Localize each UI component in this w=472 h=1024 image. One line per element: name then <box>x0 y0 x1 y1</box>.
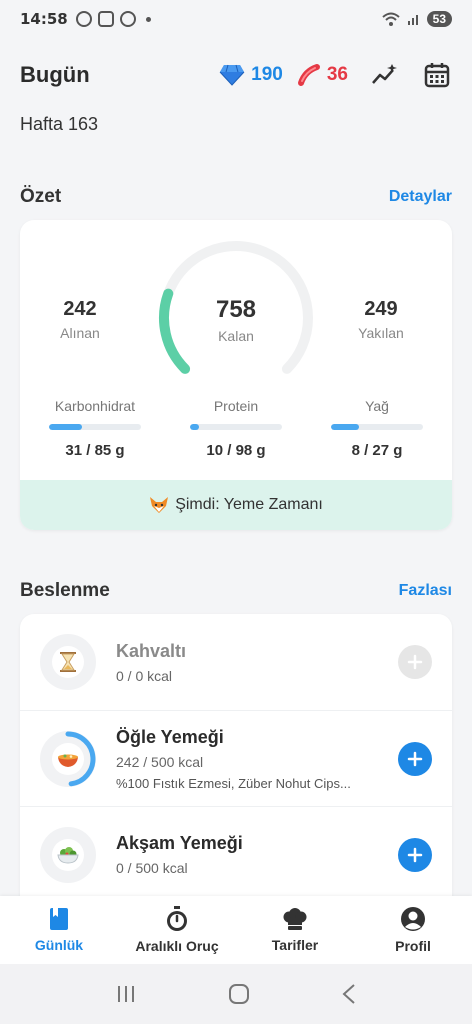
stopwatch-icon <box>167 906 187 931</box>
protein-progress-fill <box>190 424 200 430</box>
add-dinner-button[interactable] <box>398 837 432 872</box>
tab-daily-label: Günlük <box>34 937 84 953</box>
app-header: Bugün 190 36 <box>20 52 452 98</box>
tab-profile-label: Profil <box>395 938 431 954</box>
back-icon[interactable] <box>341 983 357 1005</box>
eaten-value: 242 <box>63 298 97 320</box>
dinner-kcal: 0 / 500 kcal <box>116 860 188 876</box>
carbs-progress-fill <box>49 424 83 430</box>
protein-value: 10 / 98 g <box>206 442 266 459</box>
profile-icon <box>401 907 425 931</box>
add-breakfast-button[interactable] <box>398 645 432 679</box>
week-label: Hafta 163 <box>20 114 99 134</box>
battery-indicator: 53 <box>426 11 452 27</box>
burned-stat: 249 Yakılan <box>321 298 441 341</box>
nutrition-title: Beslenme <box>20 580 110 601</box>
status-time: 14:58 <box>20 10 68 28</box>
carbs-value: 31 / 85 g <box>65 442 125 459</box>
bottom-navigation: Günlük Aralıklı Oruç Tarifler Profil <box>0 896 472 964</box>
app-notification-icon <box>75 11 92 27</box>
tab-recipes-label: Tarifler <box>271 937 319 953</box>
burned-label: Yakılan <box>358 325 404 341</box>
home-icon[interactable] <box>228 983 250 1005</box>
meals-card: Kahvaltı 0 / 0 kcal Öğle Yemeği 242 / 50… <box>20 614 452 904</box>
hourglass-icon <box>52 646 84 678</box>
meal-breakfast[interactable]: Kahvaltı 0 / 0 kcal <box>20 614 452 710</box>
breakfast-kcal: 0 / 0 kcal <box>116 667 173 684</box>
fat-progress-bar <box>331 424 423 430</box>
lunch-kcal: 242 / 500 kcal <box>116 753 204 770</box>
carbs-label: Karbonhidrat <box>54 398 136 414</box>
recent-apps-icon[interactable] <box>115 984 137 1004</box>
more-link[interactable]: Fazlası <box>399 582 452 600</box>
summary-title: Özet <box>20 186 62 207</box>
dinner-icon-ring <box>40 826 96 883</box>
remaining-label: Kalan <box>218 328 254 344</box>
plus-icon <box>407 847 423 862</box>
protein-macro: Protein 10 / 98 g <box>176 398 296 459</box>
lunch-foods: %100 Fıstık Ezmesi, Züber Nohut Cips... <box>116 775 351 791</box>
nutrition-section-header: Beslenme Fazlası <box>20 580 452 602</box>
diary-icon <box>50 908 68 930</box>
burned-value: 249 <box>364 298 398 320</box>
streak-icon <box>297 64 320 86</box>
more-notifications-icon <box>145 16 151 22</box>
lunch-name: Öğle Yemeği <box>116 726 224 747</box>
fat-label: Yağ <box>365 398 389 414</box>
tab-recipes[interactable]: Tarifler <box>236 896 354 964</box>
calendar-icon <box>424 63 450 88</box>
tab-fasting-label: Aralıklı Oruç <box>135 938 219 954</box>
eating-window-banner[interactable]: Şimdi: Yeme Zamanı <box>20 480 452 530</box>
eating-window-text: Şimdi: Yeme Zamanı <box>175 496 323 513</box>
streak-counter[interactable]: 36 <box>297 63 348 87</box>
protein-label: Protein <box>213 398 259 414</box>
meal-lunch[interactable]: Öğle Yemeği 242 / 500 kcal %100 Fıstık E… <box>20 710 452 806</box>
trends-button[interactable] <box>370 60 400 90</box>
lunch-progress-ring <box>65 731 96 786</box>
tab-profile[interactable]: Profil <box>354 896 472 964</box>
meal-dinner[interactable]: Akşam Yemeği 0 / 500 kcal <box>20 806 452 902</box>
system-navigation-bar <box>0 964 472 1024</box>
fat-progress-fill <box>331 424 359 430</box>
plus-icon <box>407 751 423 766</box>
sparkle-chart-icon <box>372 64 397 84</box>
streak-count: 36 <box>326 64 348 85</box>
breakfast-icon-ring <box>40 634 96 690</box>
notification-icons <box>75 11 151 27</box>
diamond-icon <box>219 64 245 86</box>
status-bar: 14:58 53 <box>0 0 472 38</box>
signal-icon <box>407 15 418 25</box>
carbs-progress-bar <box>49 424 141 430</box>
gems-count: 190 <box>251 64 283 85</box>
remaining-stat: 758 Kalan <box>176 296 296 344</box>
wifi-icon <box>381 12 400 26</box>
tab-fasting[interactable]: Aralıklı Oruç <box>118 896 236 964</box>
breakfast-name: Kahvaltı <box>116 640 187 661</box>
gems-counter[interactable]: 190 <box>219 64 283 86</box>
protein-progress-bar <box>190 424 282 430</box>
alarm-icon <box>119 11 136 27</box>
plus-icon <box>407 654 423 670</box>
summary-section-header: Özet Detaylar <box>20 186 452 208</box>
eaten-stat: 242 Alınan <box>20 298 140 341</box>
summary-card: 242 Alınan 758 Kalan 249 Yakılan Karbonh… <box>20 220 452 530</box>
fox-icon <box>150 497 169 513</box>
details-link[interactable]: Detaylar <box>389 188 452 206</box>
eaten-label: Alınan <box>60 325 100 341</box>
add-lunch-button[interactable] <box>398 741 432 776</box>
fat-macro: Yağ 8 / 27 g <box>317 398 437 459</box>
salad-icon <box>52 838 84 871</box>
carbs-macro: Karbonhidrat 31 / 85 g <box>35 398 155 459</box>
screenshot-icon <box>97 11 114 27</box>
tab-daily[interactable]: Günlük <box>0 896 118 964</box>
remaining-value: 758 <box>215 296 257 323</box>
fat-value: 8 / 27 g <box>351 442 403 459</box>
page-title: Bugün <box>20 62 90 87</box>
dinner-name: Akşam Yemeği <box>116 833 243 853</box>
lunch-icon-ring <box>40 730 96 787</box>
chef-hat-icon <box>283 908 307 930</box>
calendar-button[interactable] <box>422 60 452 90</box>
